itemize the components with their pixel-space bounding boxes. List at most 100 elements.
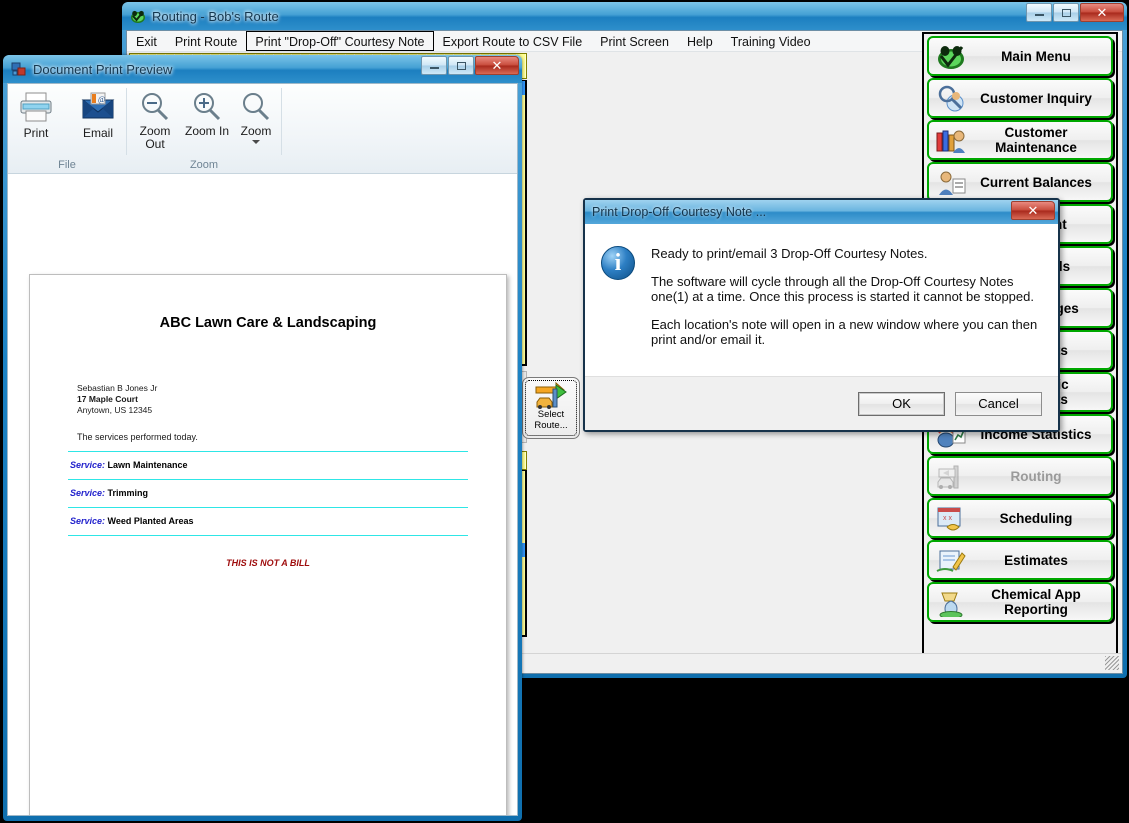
document-service-key: Service:	[70, 488, 105, 498]
document-footer-note: THIS IS NOT A BILL	[30, 558, 506, 568]
document-service-value: Lawn Maintenance	[105, 460, 188, 470]
select-route-label: Select Route...	[523, 409, 579, 431]
email-button[interactable]: @ Email	[67, 90, 129, 140]
recipient-citystate: Anytown, US 12345	[77, 405, 506, 416]
menu-item-0[interactable]: Exit	[127, 31, 166, 51]
maximize-button[interactable]	[1053, 3, 1079, 22]
preview-paper: ABC Lawn Care & Landscaping Sebastian B …	[29, 274, 507, 815]
ribbon-empty-area	[282, 84, 517, 173]
sidebar-item-estimates[interactable]: Estimates	[927, 540, 1113, 580]
preview-ribbon: Print @ Emai	[8, 84, 517, 174]
sidebar-item-scheduling[interactable]: x xScheduling	[927, 498, 1113, 538]
preview-title-text: Document Print Preview	[33, 62, 172, 77]
routing-window-controls: ✕	[1026, 3, 1124, 22]
preview-app-icon	[11, 61, 27, 77]
routing-title-text: Routing - Bob's Route	[152, 9, 279, 24]
svg-text:x x: x x	[943, 515, 952, 522]
select-route-button[interactable]: Select Route...	[522, 377, 580, 439]
document-rule	[68, 507, 468, 508]
magnifier-plus-icon	[190, 90, 224, 122]
document-rule	[68, 535, 468, 536]
cancel-button[interactable]: Cancel	[955, 392, 1042, 416]
magnifier-person-icon	[935, 83, 967, 113]
customer-maintenance-icon	[935, 125, 967, 155]
ok-button[interactable]: OK	[858, 392, 945, 416]
sidebar-item-chemical-app-reporting[interactable]: Chemical AppReporting	[927, 582, 1113, 622]
sidebar-item-customer-maintenance[interactable]: CustomerMaintenance	[927, 120, 1113, 160]
menu-item-5[interactable]: Help	[678, 31, 722, 51]
email-envelope-icon: @	[79, 90, 117, 124]
ribbon-group-file-name: File	[8, 159, 126, 173]
ribbon-group-zoom: Zoom Out Zoom In	[127, 84, 281, 173]
zoom-in-label: Zoom In	[185, 125, 229, 138]
sidebar-item-current-balances[interactable]: Current Balances	[927, 162, 1113, 202]
print-button[interactable]: Print	[5, 90, 67, 140]
balances-icon	[935, 167, 967, 197]
dialog-footer: OK Cancel	[585, 376, 1058, 430]
document-service-line: Service: Trimming	[70, 488, 506, 498]
screen: Routing - Bob's Route ✕ ExitPrint RouteP…	[0, 0, 1129, 823]
sidebar-item-label: CustomerMaintenance	[967, 125, 1111, 155]
ribbon-group-zoom-name: Zoom	[127, 159, 281, 173]
preview-client-area: Print @ Emai	[7, 83, 518, 816]
magnifier-minus-icon	[138, 90, 172, 122]
preview-page-area[interactable]: ABC Lawn Care & Landscaping Sebastian B …	[8, 174, 517, 815]
recipient-street: 17 Maple Court	[77, 394, 506, 405]
preview-close-button[interactable]: ✕	[475, 56, 519, 75]
preview-window-controls: ✕	[421, 56, 519, 75]
routing-titlebar[interactable]: Routing - Bob's Route ✕	[122, 2, 1127, 30]
menu-item-3[interactable]: Export Route to CSV File	[434, 31, 592, 51]
resize-grip-icon[interactable]	[1105, 656, 1119, 670]
zoom-menu-button[interactable]: Zoom	[233, 90, 279, 144]
document-service-line: Service: Lawn Maintenance	[70, 460, 506, 470]
dialog-body: i Ready to print/email 3 Drop-Off Courte…	[585, 224, 1058, 376]
sidebar-item-label: Current Balances	[967, 175, 1111, 190]
sidebar-item-customer-inquiry[interactable]: Customer Inquiry	[927, 78, 1113, 118]
print-preview-window: Document Print Preview ✕	[3, 55, 522, 821]
preview-minimize-button[interactable]	[421, 56, 447, 75]
dialog-message: Ready to print/email 3 Drop-Off Courtesy…	[651, 246, 1042, 376]
document-service-value: Trimming	[105, 488, 148, 498]
sidebar-item-label: Estimates	[967, 553, 1111, 568]
select-route-icon	[534, 381, 568, 409]
sidebar-item-label: Main Menu	[967, 49, 1111, 64]
close-button[interactable]: ✕	[1080, 3, 1124, 22]
menu-item-4[interactable]: Print Screen	[591, 31, 678, 51]
document-intro: The services performed today.	[77, 432, 506, 442]
email-label: Email	[83, 127, 113, 140]
zoom-menu-label: Zoom	[241, 125, 272, 138]
sidebar-item-label: Customer Inquiry	[967, 91, 1111, 106]
document-company-title: ABC Lawn Care & Landscaping	[30, 315, 506, 331]
estimates-icon	[935, 545, 967, 575]
document-address-block: Sebastian B Jones Jr 17 Maple Court Anyt…	[77, 383, 506, 416]
info-icon: i	[601, 246, 635, 280]
zoom-out-button[interactable]: Zoom Out	[129, 90, 181, 151]
zoom-in-button[interactable]: Zoom In	[181, 90, 233, 138]
printer-icon	[17, 90, 55, 124]
document-service-key: Service:	[70, 516, 105, 526]
sidebar-item-label: Routing	[967, 469, 1111, 484]
document-service-value: Weed Planted Areas	[105, 516, 194, 526]
dialog-paragraph: Each location's note will open in a new …	[651, 317, 1042, 347]
dialog-titlebar[interactable]: Print Drop-Off Courtesy Note ... ✕	[585, 200, 1058, 224]
preview-titlebar[interactable]: Document Print Preview ✕	[3, 55, 522, 83]
menu-item-2[interactable]: Print "Drop-Off" Courtesy Note	[246, 31, 433, 51]
menu-item-1[interactable]: Print Route	[166, 31, 247, 51]
document-rule	[68, 451, 468, 452]
sidebar-item-routing[interactable]: Routing	[927, 456, 1113, 496]
scheduling-icon: x x	[935, 503, 967, 533]
print-label: Print	[24, 127, 49, 140]
zoom-out-label: Zoom Out	[129, 125, 181, 151]
chevron-down-icon[interactable]	[252, 140, 260, 144]
menu-item-6[interactable]: Training Video	[722, 31, 820, 51]
dialog-close-button[interactable]: ✕	[1011, 201, 1055, 220]
dialog-paragraph: Ready to print/email 3 Drop-Off Courtesy…	[651, 246, 1042, 261]
dialog-window-controls: ✕	[1011, 201, 1055, 220]
dialog-title-text: Print Drop-Off Courtesy Note ...	[592, 205, 766, 219]
document-rule	[68, 479, 468, 480]
document-service-line: Service: Weed Planted Areas	[70, 516, 506, 526]
preview-maximize-button[interactable]	[448, 56, 474, 75]
sidebar-item-main-menu[interactable]: Main Menu	[927, 36, 1113, 76]
minimize-button[interactable]	[1026, 3, 1052, 22]
document-services: Service: Lawn Maintenance Service: Trimmi…	[30, 451, 506, 536]
